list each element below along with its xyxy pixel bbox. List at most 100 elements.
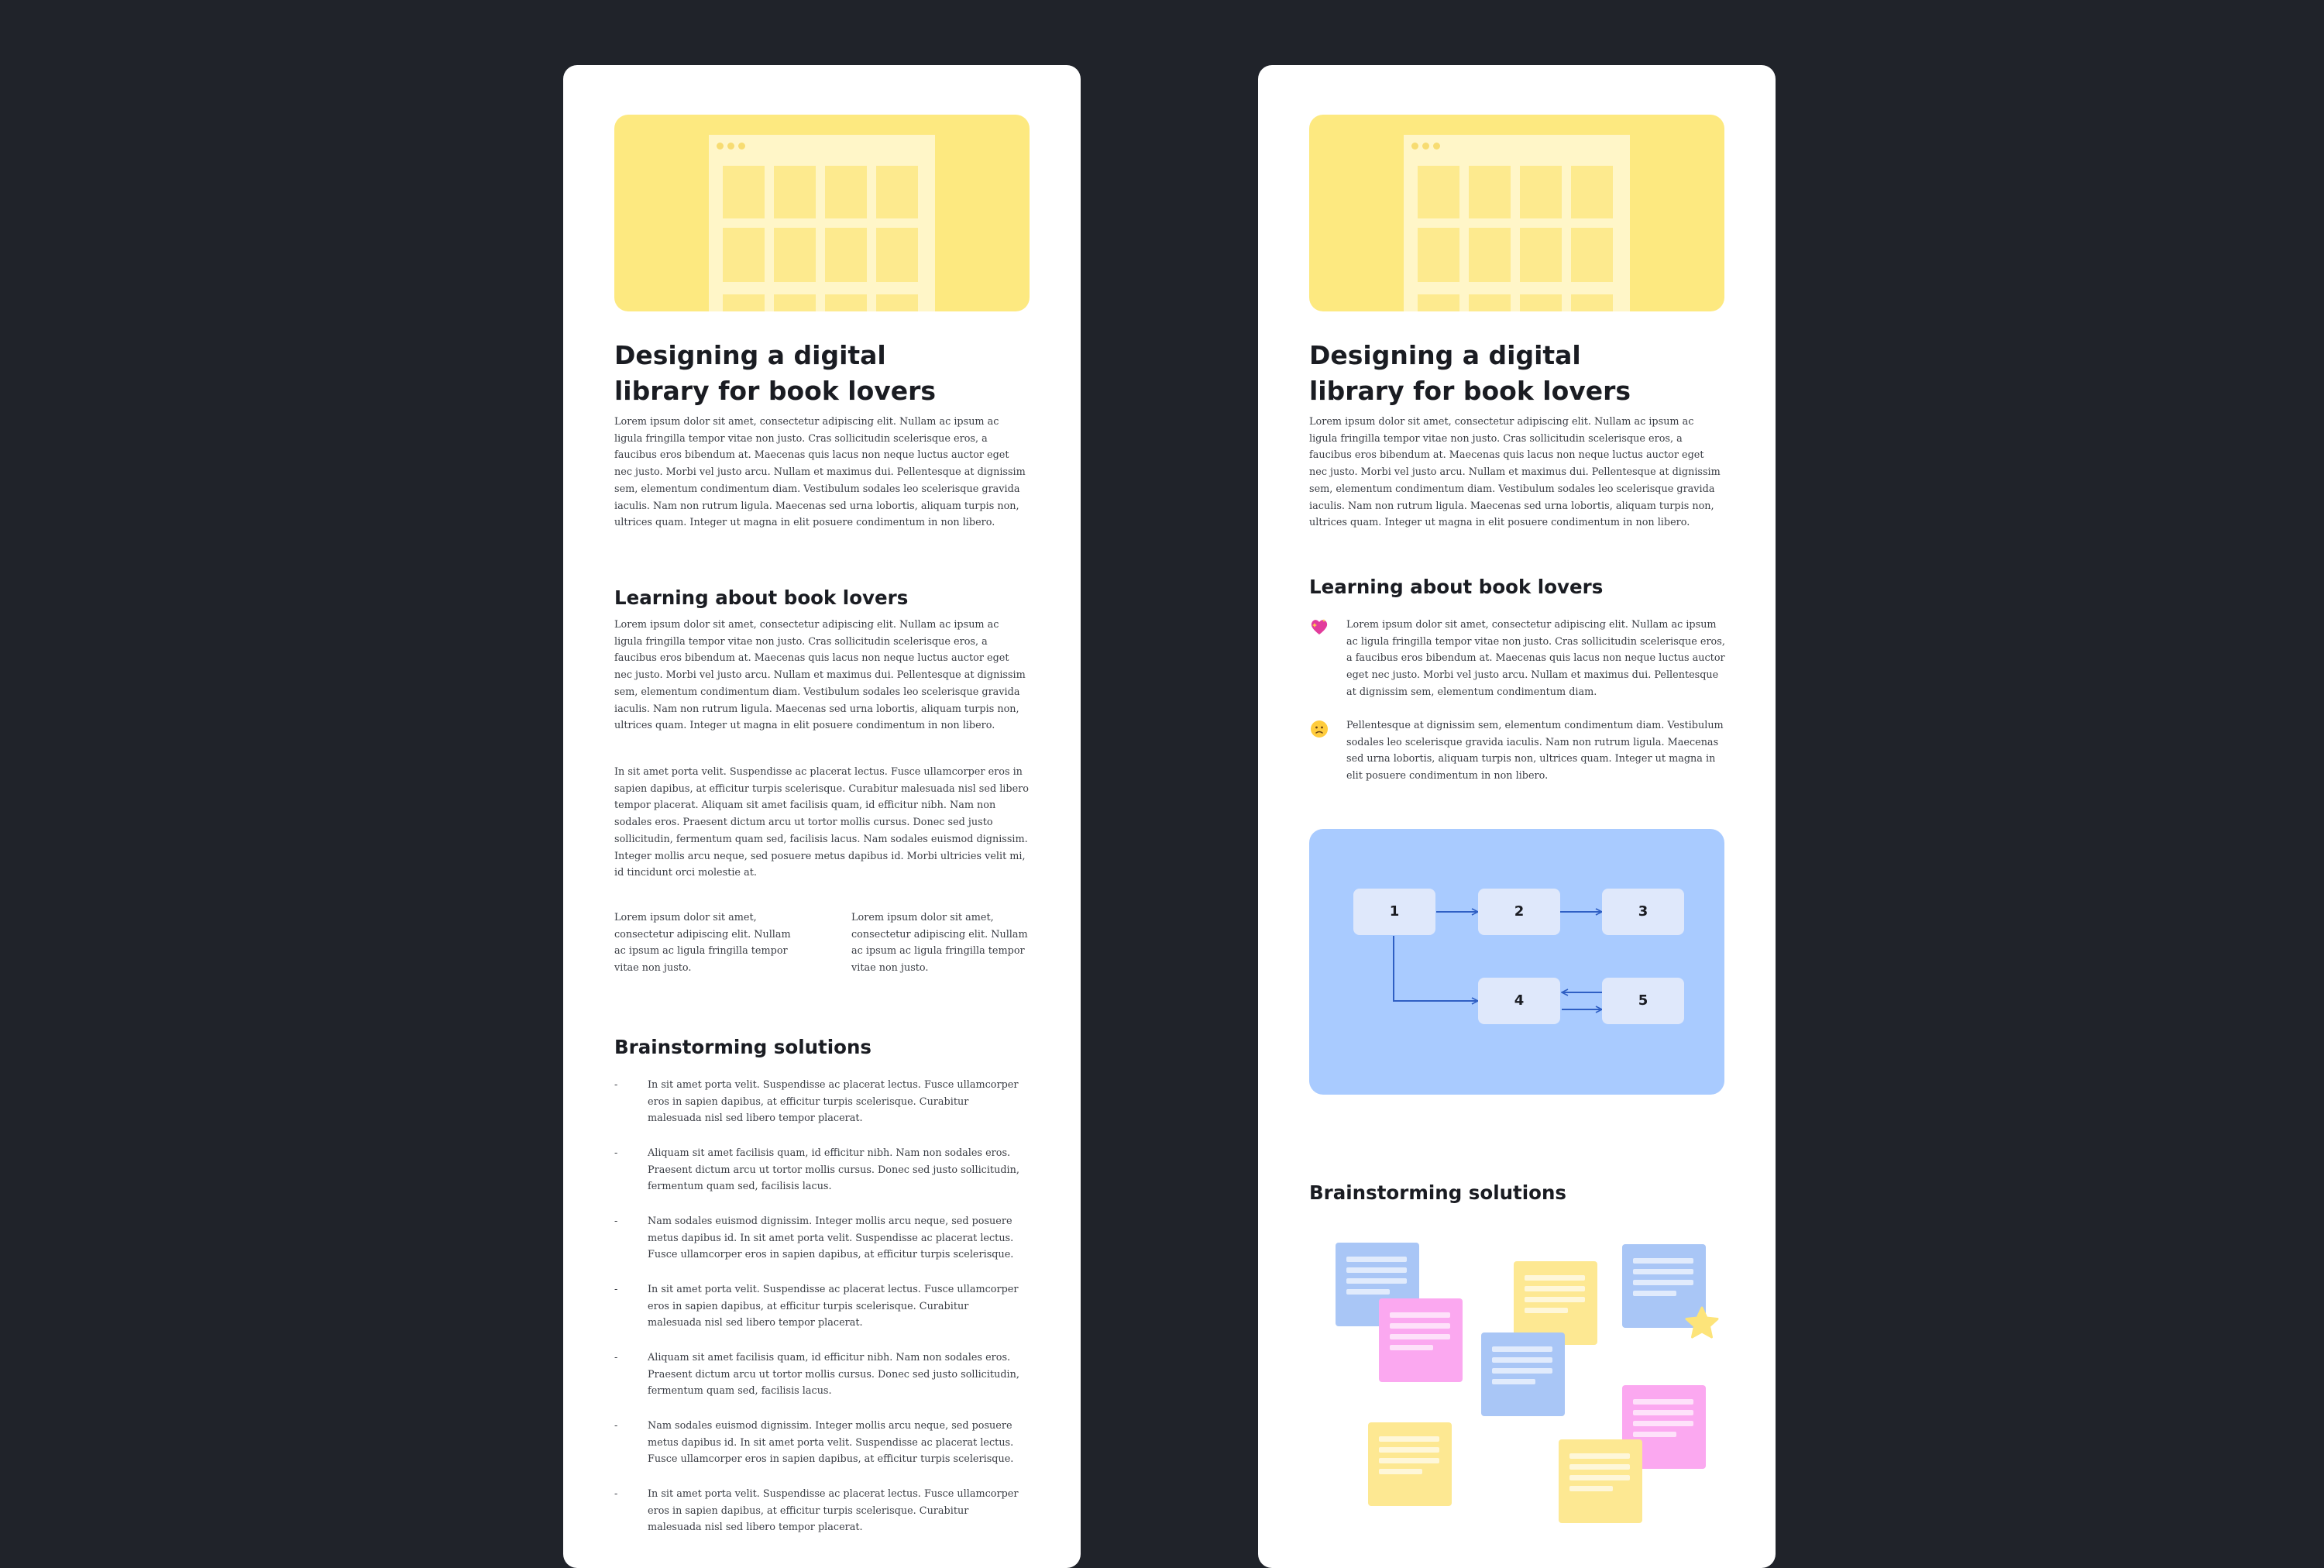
- bullet-dash: -: [614, 1352, 618, 1363]
- window-dot: [1422, 143, 1429, 150]
- intro-paragraph: Lorem ipsum dolor sit amet, consectetur …: [614, 416, 1026, 529]
- book-grid-cell: [876, 294, 918, 311]
- bullet-text: In sit amet porta velit. Suspendisse ac …: [648, 1488, 1019, 1534]
- user-flow-diagram: 1 2 3 4 5: [1309, 829, 1724, 1095]
- book-grid-cell: [1571, 166, 1613, 218]
- column-paragraph-left: Lorem ipsum dolor sit amet, consectetur …: [614, 912, 791, 975]
- sticky-note-line: [1379, 1447, 1439, 1453]
- sticky-note-line: [1390, 1312, 1450, 1318]
- window-dot: [727, 143, 734, 150]
- book-grid-cell: [1418, 294, 1459, 311]
- sticky-note-line: [1525, 1308, 1568, 1313]
- window-dot: [717, 143, 724, 150]
- sticky-note-line: [1346, 1267, 1407, 1273]
- sticky-note-line: [1633, 1399, 1693, 1405]
- sticky-note-line: [1569, 1453, 1630, 1459]
- book-grid-cell: [1469, 166, 1511, 218]
- section-heading-brainstorming: Brainstorming solutions: [614, 1036, 871, 1058]
- book-grid-cell: [1520, 294, 1562, 311]
- sticky-note-line: [1379, 1469, 1422, 1474]
- arrow-1-to-4: [1393, 936, 1478, 1001]
- bullet-text: Aliquam sit amet facilisis quam, id effi…: [648, 1147, 1019, 1193]
- book-grid-cell: [1520, 166, 1562, 218]
- bullet-text: Aliquam sit amet facilisis quam, id effi…: [648, 1352, 1019, 1398]
- book-grid-cell: [723, 228, 765, 282]
- bullet-text: Nam sodales euismod dignissim. Integer m…: [648, 1216, 1014, 1261]
- sticky-note-line: [1633, 1280, 1693, 1285]
- sticky-note-line: [1379, 1436, 1439, 1442]
- book-grid-cell: [1520, 228, 1562, 282]
- book-grid-cell: [774, 294, 816, 311]
- sticky-note-blue: [1481, 1332, 1565, 1416]
- sticky-note-yellow: [1559, 1439, 1642, 1523]
- sticky-note-pink: [1379, 1298, 1463, 1382]
- learning-paragraph-1: Lorem ipsum dolor sit amet, consectetur …: [614, 619, 1026, 732]
- sticky-note-yellow: [1368, 1422, 1452, 1506]
- flow-node-1: 1: [1353, 889, 1435, 935]
- column-paragraph-right: Lorem ipsum dolor sit amet, consectetur …: [851, 912, 1028, 975]
- hero-illustration: [614, 115, 1030, 311]
- flow-node-2: 2: [1478, 889, 1560, 935]
- sticky-note-line: [1525, 1297, 1585, 1302]
- section-heading-brainstorming: Brainstorming solutions: [1309, 1181, 1566, 1204]
- page-title: Designing a digital library for book lov…: [614, 340, 937, 406]
- book-grid-cell: [1418, 166, 1459, 218]
- book-grid-cell: [723, 294, 765, 311]
- sticky-note-line: [1633, 1291, 1676, 1296]
- sticky-note-line: [1492, 1357, 1552, 1363]
- book-grid-cell: [1469, 294, 1511, 311]
- book-grid-cell: [1469, 228, 1511, 282]
- case-study-card-text-only: Designing a digital library for book lov…: [563, 65, 1081, 1568]
- sticky-note-line: [1569, 1486, 1613, 1491]
- sticky-note-line: [1633, 1258, 1693, 1264]
- flow-node-3: 3: [1602, 889, 1684, 935]
- learning-paragraph-2: In sit amet porta velit. Suspendisse ac …: [614, 766, 1029, 879]
- section-heading-learning: Learning about book lovers: [1309, 576, 1604, 598]
- sticky-note-line: [1569, 1464, 1630, 1470]
- bullet-text: Nam sodales euismod dignissim. Integer m…: [648, 1420, 1014, 1466]
- book-grid-cell: [876, 228, 918, 282]
- sticky-note-line: [1633, 1432, 1676, 1437]
- browser-window-illustration: [1404, 135, 1630, 311]
- sticky-note-line: [1492, 1346, 1552, 1352]
- hero-illustration: [1309, 115, 1724, 311]
- sticky-note-line: [1569, 1475, 1630, 1480]
- sparkling-heart-icon: [1311, 619, 1328, 634]
- page-title: Designing a digital library for book lov…: [1309, 340, 1631, 406]
- sticky-note-line: [1390, 1323, 1450, 1329]
- sticky-note-line: [1390, 1334, 1450, 1339]
- window-dot: [1411, 143, 1418, 150]
- sticky-note-line: [1633, 1269, 1693, 1274]
- sticky-note-line: [1525, 1275, 1585, 1281]
- star-icon: [1685, 1306, 1719, 1339]
- sticky-note-line: [1492, 1368, 1552, 1374]
- bullet-dash: -: [614, 1147, 618, 1159]
- sticky-note-line: [1390, 1345, 1433, 1350]
- flow-node-5: 5: [1602, 978, 1684, 1024]
- bullet-text: In sit amet porta velit. Suspendisse ac …: [648, 1079, 1019, 1125]
- book-grid-cell: [825, 228, 867, 282]
- bullet-dash: -: [614, 1488, 618, 1500]
- sticky-note-line: [1379, 1458, 1439, 1463]
- window-dot: [1433, 143, 1440, 150]
- flow-node-4: 4: [1478, 978, 1560, 1024]
- insight-text-2: Pellentesque at dignissim sem, elementum…: [1346, 720, 1724, 782]
- book-grid-cell: [1571, 294, 1613, 311]
- book-grid-cell: [723, 166, 765, 218]
- window-dot: [738, 143, 745, 150]
- sticky-note-line: [1346, 1257, 1407, 1262]
- book-grid-cell: [825, 166, 867, 218]
- bullet-dash: -: [614, 1079, 618, 1091]
- book-grid-cell: [876, 166, 918, 218]
- book-grid-cell: [1418, 228, 1459, 282]
- sticky-note-line: [1346, 1278, 1407, 1284]
- sticky-note-line: [1525, 1286, 1585, 1291]
- sticky-note-line: [1633, 1410, 1693, 1415]
- bullet-text: In sit amet porta velit. Suspendisse ac …: [648, 1284, 1019, 1329]
- book-grid-cell: [1571, 228, 1613, 282]
- book-grid-cell: [774, 166, 816, 218]
- section-heading-learning: Learning about book lovers: [614, 586, 909, 609]
- case-study-card-visual: Designing a digital library for book lov…: [1258, 65, 1776, 1568]
- sticky-note-line: [1492, 1379, 1535, 1384]
- flow-arrows: [1393, 829, 1724, 1095]
